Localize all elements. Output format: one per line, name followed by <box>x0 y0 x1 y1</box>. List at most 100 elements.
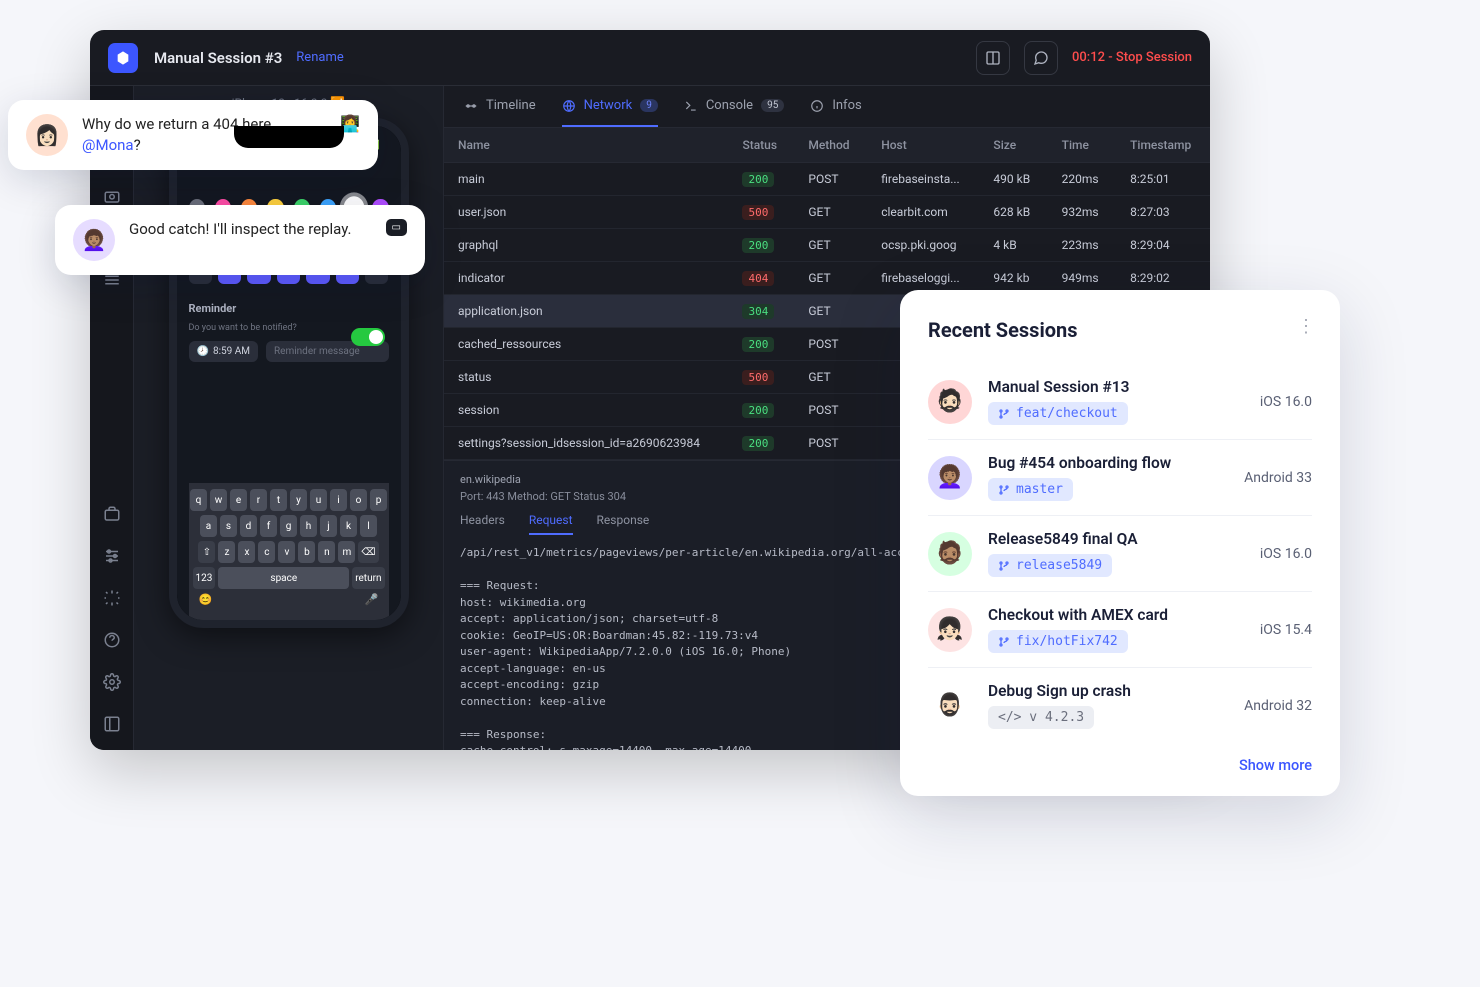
show-more-link[interactable]: Show more <box>928 757 1312 774</box>
app-logo[interactable] <box>108 43 138 73</box>
key[interactable]: ⇧ <box>198 541 215 563</box>
key[interactable]: return <box>352 567 384 589</box>
key[interactable]: y <box>290 489 307 511</box>
branch-chip: release5849 <box>988 554 1112 577</box>
detail-tab-headers[interactable]: Headers <box>460 513 505 535</box>
avatar: 👩🏽‍🦱 <box>73 219 115 261</box>
key[interactable]: m <box>338 541 355 563</box>
key[interactable]: n <box>318 541 335 563</box>
detail-tab-request[interactable]: Request <box>529 513 573 535</box>
key[interactable]: c <box>258 541 275 563</box>
tab-console[interactable]: Console95 <box>684 86 784 127</box>
rename-link[interactable]: Rename <box>296 50 343 65</box>
reminder-heading: Reminder <box>189 302 389 315</box>
inspector-tabs: Timeline Network9 Console95 Infos <box>444 86 1210 128</box>
mention[interactable]: @Mona <box>82 136 134 154</box>
key[interactable]: i <box>330 489 347 511</box>
phone-frame: 9:21●●● 📶 🔋 Freqency SuMoTuWeThFrSa Remi… <box>169 118 409 628</box>
tab-timeline[interactable]: Timeline <box>464 86 536 127</box>
column-header[interactable]: Name <box>444 128 728 163</box>
session-title: Bug #454 onboarding flow <box>988 454 1228 472</box>
briefcase-icon[interactable] <box>100 502 124 526</box>
stop-session-button[interactable]: 00:12 - Stop Session <box>1072 50 1192 65</box>
platform-label: iOS 16.0 <box>1260 546 1312 562</box>
recent-sessions-card: Recent Sessions ⋮ 🧔🏻 Manual Session #13 … <box>900 290 1340 796</box>
column-header[interactable]: Host <box>867 128 979 163</box>
comment-button[interactable] <box>1024 41 1058 75</box>
session-title: Checkout with AMEX card <box>988 606 1244 624</box>
avatar: 👧🏻 <box>928 608 972 652</box>
platform-label: iOS 16.0 <box>1260 394 1312 410</box>
key[interactable]: f <box>260 515 277 537</box>
key[interactable]: s <box>220 515 237 537</box>
network-row[interactable]: user.json500GETclearbit.com628 kB932ms8:… <box>444 196 1210 229</box>
key[interactable]: r <box>250 489 267 511</box>
quote-icon: ▭ <box>386 219 407 236</box>
column-header[interactable]: Timestamp <box>1116 128 1210 163</box>
key[interactable]: d <box>240 515 257 537</box>
column-header[interactable]: Status <box>728 128 794 163</box>
avatar: 🧔🏻‍♂️ <box>928 684 972 728</box>
layout-button[interactable] <box>976 41 1010 75</box>
session-row[interactable]: 🧔🏽 Release5849 final QA release5849 iOS … <box>928 516 1312 592</box>
gear-icon[interactable] <box>100 670 124 694</box>
session-row[interactable]: 👧🏻 Checkout with AMEX card fix/hotFix742… <box>928 592 1312 668</box>
sparkle-icon[interactable] <box>100 586 124 610</box>
key[interactable]: e <box>230 489 247 511</box>
branch-chip: </> v 4.2.3 <box>988 706 1094 729</box>
key[interactable]: t <box>270 489 287 511</box>
key[interactable]: z <box>218 541 235 563</box>
detail-tab-response[interactable]: Response <box>597 513 650 535</box>
key[interactable]: p <box>370 489 387 511</box>
session-title: Manual Session #3 <box>154 49 282 67</box>
column-header[interactable]: Size <box>979 128 1047 163</box>
key[interactable]: g <box>280 515 297 537</box>
key[interactable]: x <box>238 541 255 563</box>
branch-chip: feat/checkout <box>988 402 1128 425</box>
column-header[interactable]: Method <box>794 128 867 163</box>
key[interactable]: a <box>200 515 217 537</box>
emoji-key[interactable]: 😊 <box>199 593 213 606</box>
key[interactable]: space <box>218 567 349 589</box>
key[interactable]: v <box>278 541 295 563</box>
key[interactable]: ⌫ <box>358 541 378 563</box>
key[interactable]: o <box>350 489 367 511</box>
comment-text: Good catch! I'll inspect the replay. <box>129 219 352 240</box>
header: Manual Session #3 Rename 00:12 - Stop Se… <box>90 30 1210 86</box>
avatar: 🧔🏽 <box>928 532 972 576</box>
more-icon[interactable]: ⋮ <box>1297 316 1316 337</box>
reminder-time[interactable]: 🕗 8:59 AM <box>189 341 258 362</box>
key[interactable]: b <box>298 541 315 563</box>
platform-label: iOS 15.4 <box>1260 622 1312 638</box>
key[interactable]: k <box>340 515 357 537</box>
key[interactable]: u <box>310 489 327 511</box>
device-preview: iPhone 13 · 16.0.0 📶 9:21●●● 📶 🔋 Freqenc… <box>134 86 444 750</box>
tab-infos[interactable]: Infos <box>810 86 861 127</box>
tab-network[interactable]: Network9 <box>562 86 658 127</box>
avatar: 🧔🏻 <box>928 380 972 424</box>
card-title: Recent Sessions <box>928 318 1312 342</box>
keyboard[interactable]: qwertyuiop asdfghjkl ⇧zxcvbnm⌫ 123spacer… <box>189 483 389 620</box>
key[interactable]: j <box>320 515 337 537</box>
session-row[interactable]: 🧔🏻‍♂️ Debug Sign up crash </> v 4.2.3 An… <box>928 668 1312 743</box>
key[interactable]: 123 <box>193 567 216 589</box>
avatar: 👩🏻 <box>26 114 68 156</box>
key[interactable]: w <box>210 489 227 511</box>
mic-key[interactable]: 🎤 <box>365 593 379 606</box>
session-title: Manual Session #13 <box>988 378 1244 396</box>
session-row[interactable]: 🧔🏻 Manual Session #13 feat/checkout iOS … <box>928 364 1312 440</box>
network-row[interactable]: graphql200GETocsp.pki.goog4 kB223ms8:29:… <box>444 229 1210 262</box>
key[interactable]: l <box>360 515 377 537</box>
help-icon[interactable] <box>100 628 124 652</box>
branch-chip: master <box>988 478 1073 501</box>
session-row[interactable]: 👩🏽‍🦱 Bug #454 onboarding flow master And… <box>928 440 1312 516</box>
reminder-toggle[interactable] <box>351 328 385 346</box>
branch-chip: fix/hotFix742 <box>988 630 1128 653</box>
collapse-icon[interactable] <box>100 712 124 736</box>
key[interactable]: q <box>190 489 207 511</box>
sliders-icon[interactable] <box>100 544 124 568</box>
network-row[interactable]: main200POSTfirebaseinsta...490 kB220ms8:… <box>444 163 1210 196</box>
session-title: Release5849 final QA <box>988 530 1244 548</box>
key[interactable]: h <box>300 515 317 537</box>
column-header[interactable]: Time <box>1048 128 1116 163</box>
